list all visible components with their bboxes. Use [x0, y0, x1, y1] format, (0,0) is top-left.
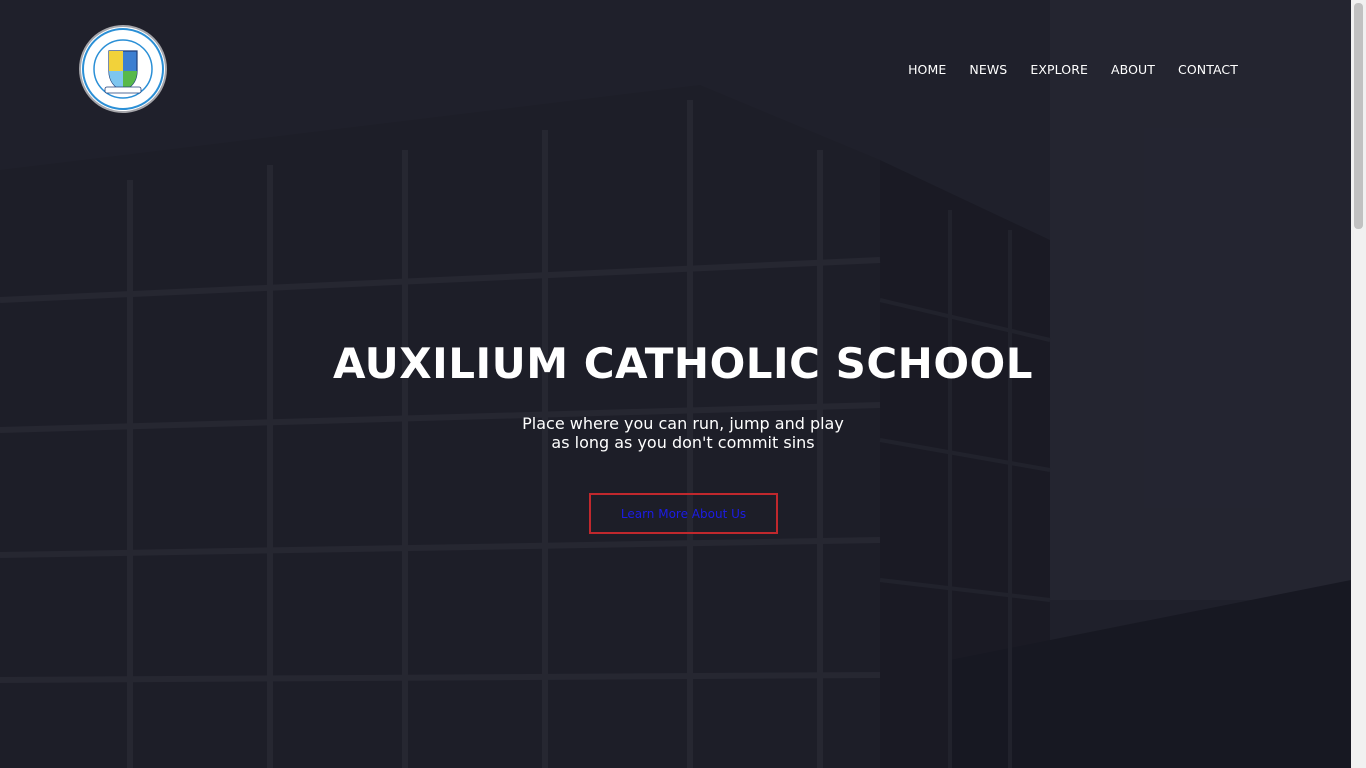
nav-home[interactable]: HOME [908, 61, 946, 79]
learn-more-button[interactable]: Learn More About Us [589, 493, 778, 534]
hero-subtitle: Place where you can run, jump and play a… [0, 414, 1351, 452]
hero-title: AUXILIUM CATHOLIC SCHOOL [332, 339, 1034, 388]
school-logo[interactable] [81, 27, 165, 111]
hero-subtitle-line-2: as long as you don't commit sins [551, 433, 815, 452]
nav-news[interactable]: NEWS [969, 61, 1007, 79]
school-crest-icon [82, 28, 164, 110]
nav-contact[interactable]: CONTACT [1178, 61, 1238, 79]
hero-section: HOME NEWS EXPLORE ABOUT CONTACT AUXILIUM… [0, 0, 1351, 768]
main-nav: HOME NEWS EXPLORE ABOUT CONTACT [885, 61, 1238, 79]
nav-explore[interactable]: EXPLORE [1030, 61, 1088, 79]
hero-subtitle-line-1: Place where you can run, jump and play [522, 414, 844, 433]
nav-about[interactable]: ABOUT [1111, 61, 1155, 79]
page: HOME NEWS EXPLORE ABOUT CONTACT AUXILIUM… [0, 0, 1366, 768]
page-scrollbar[interactable] [1351, 0, 1366, 768]
scrollbar-thumb[interactable] [1354, 3, 1363, 229]
